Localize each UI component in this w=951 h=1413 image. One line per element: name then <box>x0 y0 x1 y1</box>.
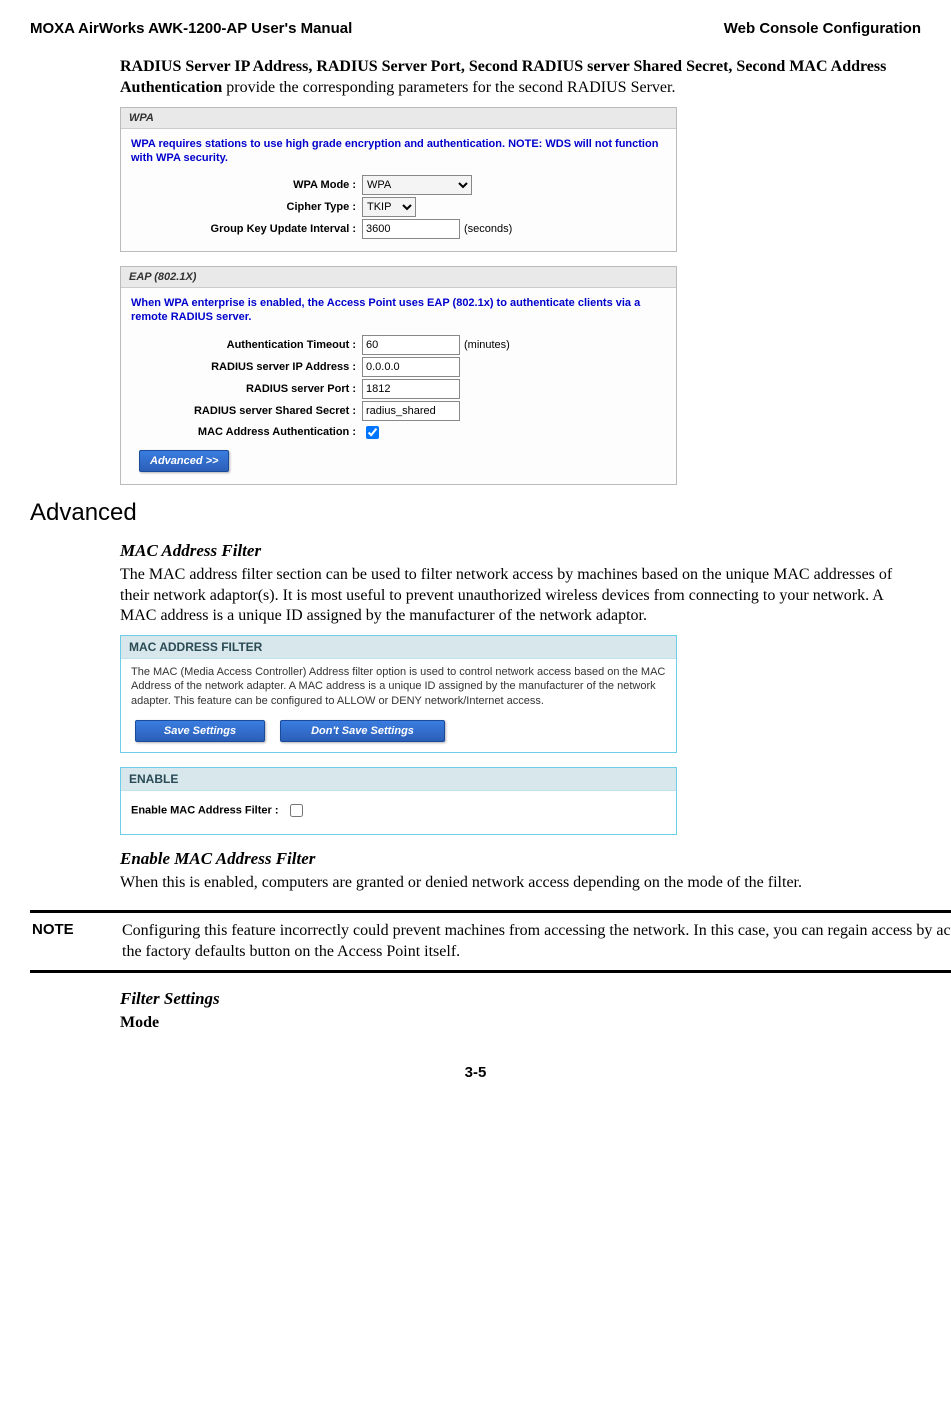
note-text: Configuring this feature incorrectly cou… <box>122 921 951 963</box>
cipher-type-label: Cipher Type : <box>131 201 362 213</box>
mac-auth-label: MAC Address Authentication : <box>131 426 362 438</box>
advanced-button[interactable]: Advanced >> <box>139 450 229 472</box>
enable-mac-filter-checkbox[interactable] <box>290 804 303 817</box>
auth-timeout-suffix: (minutes) <box>464 339 510 351</box>
eap-panel-desc: When WPA enterprise is enabled, the Acce… <box>131 296 666 325</box>
mac-address-filter-desc: The MAC (Media Access Controller) Addres… <box>121 659 676 712</box>
gkui-suffix: (seconds) <box>464 223 512 235</box>
note-label: NOTE <box>30 921 122 963</box>
radius-para-tail: provide the corresponding parameters for… <box>222 79 675 96</box>
mac-address-filter-panel: MAC ADDRESS FILTER The MAC (Media Access… <box>120 635 677 753</box>
enable-mac-filter-heading: Enable MAC Address Filter <box>120 849 921 869</box>
note-block: NOTE Configuring this feature incorrectl… <box>30 910 951 974</box>
mac-address-filter-title: MAC ADDRESS FILTER <box>121 636 676 659</box>
wpa-mode-label: WPA Mode : <box>131 179 362 191</box>
cipher-type-select[interactable]: TKIP <box>362 197 416 217</box>
radius-port-input[interactable] <box>362 379 460 399</box>
radius-ip-input[interactable] <box>362 357 460 377</box>
page-number: 3-5 <box>30 1064 921 1081</box>
enable-panel: ENABLE Enable MAC Address Filter : <box>120 767 677 835</box>
wpa-panel-title: WPA <box>121 108 676 129</box>
save-settings-button[interactable]: Save Settings <box>135 720 265 742</box>
wpa-panel-desc: WPA requires stations to use high grade … <box>131 137 666 166</box>
gkui-label: Group Key Update Interval : <box>131 223 362 235</box>
header-left: MOXA AirWorks AWK-1200-AP User's Manual <box>30 20 352 37</box>
eap-panel: EAP (802.1X) When WPA enterprise is enab… <box>120 266 677 485</box>
eap-panel-title: EAP (802.1X) <box>121 267 676 288</box>
auth-timeout-input[interactable] <box>362 335 460 355</box>
radius-secret-label: RADIUS server Shared Secret : <box>131 405 362 417</box>
enable-mac-filter-paragraph: When this is enabled, computers are gran… <box>120 873 921 894</box>
filter-settings-heading: Filter Settings <box>120 989 921 1009</box>
advanced-heading: Advanced <box>30 499 921 527</box>
radius-port-label: RADIUS server Port : <box>131 383 362 395</box>
wpa-panel: WPA WPA requires stations to use high gr… <box>120 107 677 253</box>
radius-secret-input[interactable] <box>362 401 460 421</box>
enable-mac-filter-label: Enable MAC Address Filter : <box>131 804 279 816</box>
enable-panel-title: ENABLE <box>121 768 676 791</box>
mode-heading: Mode <box>120 1013 921 1034</box>
mac-filter-paragraph: The MAC address filter section can be us… <box>120 565 921 627</box>
auth-timeout-label: Authentication Timeout : <box>131 339 362 351</box>
mac-filter-heading: MAC Address Filter <box>120 541 921 561</box>
radius-paragraph: RADIUS Server IP Address, RADIUS Server … <box>120 57 921 99</box>
wpa-mode-select[interactable]: WPA <box>362 175 472 195</box>
gkui-input[interactable] <box>362 219 460 239</box>
mac-auth-checkbox[interactable] <box>366 426 379 439</box>
radius-ip-label: RADIUS server IP Address : <box>131 361 362 373</box>
page-header: MOXA AirWorks AWK-1200-AP User's Manual … <box>30 20 921 37</box>
header-right: Web Console Configuration <box>724 20 921 37</box>
dont-save-settings-button[interactable]: Don't Save Settings <box>280 720 445 742</box>
